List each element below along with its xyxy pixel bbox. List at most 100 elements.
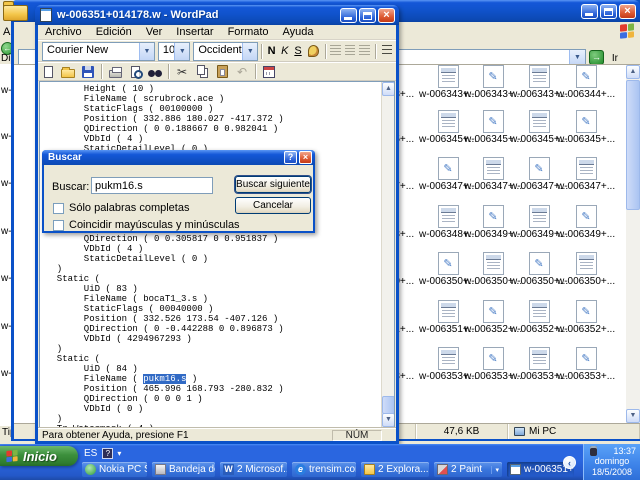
taskbar-button-word[interactable]: W2 Microsof...▾ xyxy=(220,462,287,477)
edit-file-icon: ✎ xyxy=(576,65,597,88)
taskbar-buttons: Nokia PC Sy... Bandeja de ... W2 Microsof.… xyxy=(82,462,574,477)
clock-time[interactable]: 13:37 xyxy=(613,446,636,456)
file-item[interactable]: w-006347+... xyxy=(557,157,615,192)
document-line: QDirection ( 0 0.188667 0 0.982041 ) xyxy=(46,124,381,134)
wordpad-icon xyxy=(40,8,52,22)
save-icon[interactable] xyxy=(78,64,98,80)
taskbar-button-paint[interactable]: 2 Paint▾ xyxy=(434,462,502,477)
maximize-icon[interactable] xyxy=(359,8,376,23)
paste-icon[interactable] xyxy=(212,64,232,80)
my-computer-icon xyxy=(514,427,525,436)
file-item[interactable]: ✎w-006349+... xyxy=(557,205,615,240)
start-button[interactable]: Inicio xyxy=(0,446,78,466)
document-line: QDirection ( 0 -0.442288 0 0.896873 ) xyxy=(46,324,381,334)
cancel-button[interactable]: Cancelar xyxy=(235,197,311,214)
language-bar[interactable]: ES ? ▾ xyxy=(84,448,121,459)
align-center-icon[interactable] xyxy=(345,45,355,57)
scroll-down-icon[interactable]: ▼ xyxy=(626,409,640,423)
close-icon[interactable]: × xyxy=(299,151,312,164)
bold-button[interactable]: N xyxy=(265,43,278,59)
go-button[interactable]: → xyxy=(589,50,604,65)
find-next-button[interactable]: Buscar siguiente xyxy=(235,176,311,193)
file-item[interactable]: ✎w-006344+... xyxy=(557,65,615,100)
date-time-icon[interactable] xyxy=(259,64,279,80)
scrollbar-vertical[interactable]: ▲ ▼ xyxy=(626,65,640,423)
edit-file-icon: ✎ xyxy=(438,157,459,180)
file-label: w-006349+... xyxy=(557,229,615,240)
status-size: 47,6 KB xyxy=(416,424,508,439)
underline-button[interactable]: S xyxy=(291,43,304,59)
file-item[interactable]: ✎w-006345+... xyxy=(557,110,615,145)
menu-edicion[interactable]: Edición xyxy=(89,26,139,38)
match-case-checkbox[interactable]: Coincidir mayúsculas y minúsculas xyxy=(53,219,240,231)
file-item[interactable]: w-006350+... xyxy=(557,252,615,287)
go-label[interactable]: Ir xyxy=(612,53,618,64)
menu-ayuda[interactable]: Ayuda xyxy=(276,26,321,38)
checkbox-icon[interactable] xyxy=(53,220,64,231)
minimize-icon[interactable] xyxy=(340,8,357,23)
align-left-icon[interactable] xyxy=(330,45,340,57)
checkbox-icon[interactable] xyxy=(53,203,64,214)
chevron-down-icon[interactable]: ▼ xyxy=(139,43,154,60)
menu-insertar[interactable]: Insertar xyxy=(169,26,220,38)
group-arrow-icon[interactable]: ▾ xyxy=(491,466,499,474)
find-icon[interactable] xyxy=(145,64,165,80)
align-right-icon[interactable] xyxy=(359,45,369,57)
dialog-titlebar[interactable]: Buscar ? × xyxy=(42,150,315,165)
print-preview-icon[interactable] xyxy=(125,64,145,80)
menu-ver[interactable]: Ver xyxy=(139,26,170,38)
chevron-down-icon[interactable]: ▼ xyxy=(569,50,585,65)
chevron-down-icon[interactable]: ▾ xyxy=(117,449,121,458)
tray-collapse-icon[interactable]: ‹ xyxy=(563,456,576,469)
print-icon[interactable] xyxy=(105,64,125,80)
new-document-icon[interactable] xyxy=(38,64,58,80)
keyboard-icon[interactable]: ? xyxy=(102,448,113,459)
italic-button[interactable]: K xyxy=(278,43,291,59)
minimize-icon[interactable] xyxy=(581,4,598,19)
phone-tray-icon[interactable] xyxy=(590,446,597,456)
taskbar-button-inbox[interactable]: Bandeja de ... xyxy=(152,462,215,477)
wordpad-titlebar[interactable]: w-006351+014178.w - WordPad × xyxy=(35,5,399,25)
file-item[interactable]: ✎w-006353+... xyxy=(557,347,615,382)
help-icon[interactable]: ? xyxy=(284,151,297,164)
find-input[interactable] xyxy=(91,177,213,194)
close-icon[interactable]: × xyxy=(619,4,636,19)
menu-archivo[interactable]: Archivo xyxy=(38,26,89,38)
open-icon[interactable] xyxy=(58,64,78,80)
chevron-down-icon[interactable]: ▼ xyxy=(174,43,189,60)
bullets-icon[interactable] xyxy=(382,45,392,57)
close-icon[interactable]: × xyxy=(378,8,395,23)
status-help: Para obtener Ayuda, presione F1 xyxy=(38,430,332,441)
cut-icon[interactable]: ✂ xyxy=(172,64,192,80)
document-area[interactable]: Height ( 10 ) FileName ( scrubrock.ace )… xyxy=(39,81,395,428)
taskbar-button-nokia[interactable]: Nokia PC Sy... xyxy=(82,462,147,477)
restore-icon[interactable] xyxy=(600,4,617,19)
file-item[interactable]: ✎w-006352+... xyxy=(557,300,615,335)
chevron-down-icon[interactable]: ▼ xyxy=(242,43,257,60)
windows-logo-icon xyxy=(620,23,635,39)
taskbar-button-ie[interactable]: etrensim.com... xyxy=(292,462,356,477)
document-line: QDirection ( 0 0.305817 0 0.951837 ) xyxy=(46,234,381,244)
file-label: w-006350+... xyxy=(557,276,615,287)
scroll-thumb[interactable] xyxy=(382,396,395,414)
scroll-down-icon[interactable]: ▼ xyxy=(382,413,395,427)
copy-icon[interactable] xyxy=(192,64,212,80)
font-size-combo[interactable]: 10 ▼ xyxy=(158,42,190,61)
undo-icon[interactable]: ↶ xyxy=(232,64,252,80)
scrollbar-vertical[interactable]: ▲ ▼ xyxy=(381,82,394,427)
font-combo[interactable]: Courier New ▼ xyxy=(42,42,155,61)
whole-words-checkbox[interactable]: Sólo palabras completas xyxy=(53,202,189,214)
charset-combo[interactable]: Occidental ▼ xyxy=(193,42,258,61)
dialog-body: Buscar: Buscar siguiente Cancelar Sólo p… xyxy=(44,165,313,231)
document-line: VDbId ( 0 ) xyxy=(46,404,381,414)
taskbar-button-folder[interactable]: 2 Explora...▾ xyxy=(361,462,429,477)
scroll-up-icon[interactable]: ▲ xyxy=(382,82,395,96)
selected-text: pukm16.s xyxy=(143,374,186,384)
scroll-up-icon[interactable]: ▲ xyxy=(626,65,640,79)
file-label: w-006352+... xyxy=(557,324,615,335)
paint-icon xyxy=(437,464,448,475)
scroll-thumb[interactable] xyxy=(626,80,640,210)
font-color-icon[interactable] xyxy=(308,45,319,57)
menu-formato[interactable]: Formato xyxy=(221,26,276,38)
find-dialog: Buscar ? × Buscar: Buscar siguiente Canc… xyxy=(42,150,315,233)
